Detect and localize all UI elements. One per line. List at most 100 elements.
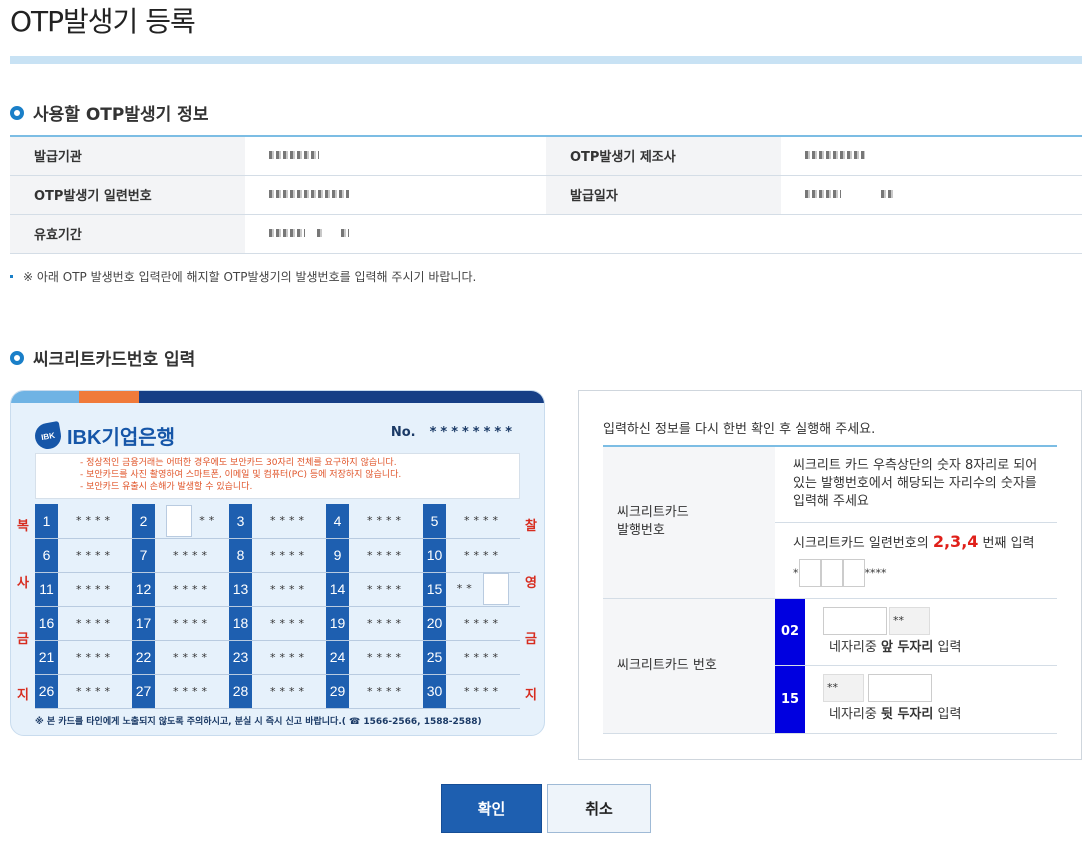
issue-date-label: 발급일자: [545, 175, 782, 215]
grid-cell-value: ****: [58, 674, 132, 709]
security-card: IBK IBK기업은행 No. ******** - 정상적인 금융거래는 어떠한…: [10, 390, 545, 736]
confirm-button[interactable]: 확인: [441, 784, 542, 833]
grid-cell-number: 5: [423, 504, 446, 539]
input-table: 씨크리트카드 발행번호 씨크리트 카드 우측상단의 숫자 8자리로 되어 있는 …: [603, 445, 1057, 734]
issue-number-entry: 시크리트카드 일련번호의 2,3,4 번째 입력 * ****: [775, 522, 1057, 599]
input-hint: 네자리중 뒷 두자리 입력: [829, 707, 962, 722]
card-number-grid: 1 **** 2 ** 3 **** 4 **** 5 **** 6 **** 7 **** 8 **** 9…: [35, 504, 520, 709]
position-badge: 15: [775, 665, 805, 734]
issue-number-label: 씨크리트카드 발행번호: [603, 446, 775, 599]
grid-cell-value: ****: [252, 504, 326, 539]
issue-digit-2-input[interactable]: [798, 559, 821, 587]
grid-cell-value: ****: [446, 538, 520, 573]
grid-cell-number: 23: [229, 640, 252, 675]
card-warning: - 정상적인 금융거래는 어떠한 경우에도 보안카드 30자리 전체를 요구하지…: [35, 453, 520, 499]
grid-cell-number: 9: [326, 538, 349, 573]
grid-cell-number: 26: [35, 674, 58, 709]
grid-row: 11 **** 12 **** 13 **** 14 **** 15 **: [35, 572, 520, 607]
grid-cell-value: ****: [155, 640, 229, 675]
issue-number-description: 씨크리트 카드 우측상단의 숫자 8자리로 되어 있는 발행번호에서 해당되는 …: [775, 446, 1057, 523]
side-char: 영: [525, 576, 537, 591]
table-row: OTP발생기 일련번호 발급일자: [10, 175, 1082, 215]
confirm-message: 입력하신 정보를 다시 한번 확인 후 실행해 주세요.: [603, 422, 876, 437]
grid-cell-number: 20: [423, 606, 446, 641]
grid-cell-value: ****: [446, 606, 520, 641]
grid-cell-value: **: [446, 572, 520, 607]
grid-cell-number: 12: [132, 572, 155, 607]
grid-cell-number: 11: [35, 572, 58, 607]
input-hint: 네자리중 앞 두자리 입력: [829, 639, 962, 655]
grid-cell-number: 17: [132, 606, 155, 641]
ibk-logo-icon: IBK: [32, 420, 64, 451]
grid-cell-number: 15: [423, 572, 446, 607]
cancel-button[interactable]: 취소: [547, 784, 651, 833]
serial-label: OTP발생기 일련번호: [10, 175, 246, 215]
grid-cell-value: ****: [155, 538, 229, 573]
serial-value: [245, 175, 546, 215]
grid-cell-value: ****: [58, 504, 132, 539]
masked-digits: **: [889, 606, 930, 635]
position-badge: 02: [775, 598, 805, 666]
issue-date-value: [781, 175, 1082, 215]
grid-cell-number: 8: [229, 538, 252, 573]
grid-cell-number: 3: [229, 504, 252, 539]
grid-cell-number: 27: [132, 674, 155, 709]
grid-cell-number: 25: [423, 640, 446, 675]
page-title: OTP발생기 등록: [10, 5, 196, 38]
title-divider: [10, 56, 1082, 64]
grid-cell-number: 19: [326, 606, 349, 641]
grid-cell-number: 16: [35, 606, 58, 641]
grid-cell-value: ****: [155, 674, 229, 709]
bullet-icon: [10, 105, 24, 120]
grid-cell-value: ****: [349, 640, 423, 675]
grid-cell-number: 6: [35, 538, 58, 573]
grid-cell-value: ****: [252, 572, 326, 607]
grid-cell-number: 30: [423, 674, 446, 709]
grid-row: 1 **** 2 ** 3 **** 4 **** 5 ****: [35, 504, 520, 539]
grid-cell-number: 10: [423, 538, 446, 573]
grid-cell-number: 24: [326, 640, 349, 675]
grid-cell-number: 21: [35, 640, 58, 675]
grid-cell-number: 28: [229, 674, 252, 709]
issue-digit-3-input[interactable]: [820, 559, 843, 587]
grid-cell-number: 14: [326, 572, 349, 607]
grid-row: 21 **** 22 **** 23 **** 24 **** 25 ****: [35, 640, 520, 675]
side-char: 찰: [525, 519, 537, 534]
grid-cell-value: **: [155, 504, 229, 539]
back-two-digits-input[interactable]: [868, 674, 932, 702]
table-row: 발급기관 OTP발생기 제조사: [10, 136, 1082, 176]
validity-value: [245, 214, 1082, 254]
grid-cell-number: 29: [326, 674, 349, 709]
table-row: 씨크리트카드 번호 02 ** 네자리중 앞 두자리 입력: [603, 598, 1057, 734]
grid-cell-value: ****: [349, 538, 423, 573]
grid-cell-number: 18: [229, 606, 252, 641]
notice-text: ※ 아래 OTP 발생번호 입력란에 해지할 OTP발생기의 발생번호를 입력해…: [10, 268, 476, 285]
grid-row: 16 **** 17 **** 18 **** 19 **** 20 ****: [35, 606, 520, 641]
grid-cell-value: ****: [252, 674, 326, 709]
side-char: 금: [525, 632, 537, 647]
grid-cell-value: ****: [252, 606, 326, 641]
table-row: 씨크리트카드 발행번호 씨크리트 카드 우측상단의 숫자 8자리로 되어 있는 …: [603, 446, 1057, 599]
issue-digit-4-input[interactable]: [842, 559, 865, 587]
otp-info-table: 발급기관 OTP발생기 제조사 OTP발생기 일련번호 발급일자 유효기간: [10, 135, 1082, 254]
grid-cell-value: ****: [155, 572, 229, 607]
card-number-entry-1: ** 네자리중 앞 두자리 입력: [805, 598, 1057, 666]
grid-cell-value: ****: [349, 572, 423, 607]
manufacturer-value: [781, 136, 1082, 176]
grid-cell-number: 2: [132, 504, 155, 539]
card-serial: No. ********: [390, 425, 516, 440]
bullet-icon: [10, 350, 24, 365]
card-number-entry-2: ** 네자리중 뒷 두자리 입력: [805, 665, 1057, 734]
issuer-label: 발급기관: [10, 136, 246, 176]
grid-cell-value: ****: [58, 606, 132, 641]
grid-row: 26 **** 27 **** 28 **** 29 **** 30 ****: [35, 674, 520, 709]
side-char: 복: [17, 519, 29, 534]
secret-card-heading: 씨크리트카드번호 입력: [10, 345, 195, 370]
table-row: 유효기간: [10, 214, 1082, 254]
side-char: 지: [17, 688, 29, 703]
grid-cell-number: 22: [132, 640, 155, 675]
card-number-label: 씨크리트카드 번호: [603, 598, 775, 734]
grid-cell-number: 1: [35, 504, 58, 539]
side-char: 사: [17, 576, 29, 591]
front-two-digits-input[interactable]: [823, 606, 887, 635]
